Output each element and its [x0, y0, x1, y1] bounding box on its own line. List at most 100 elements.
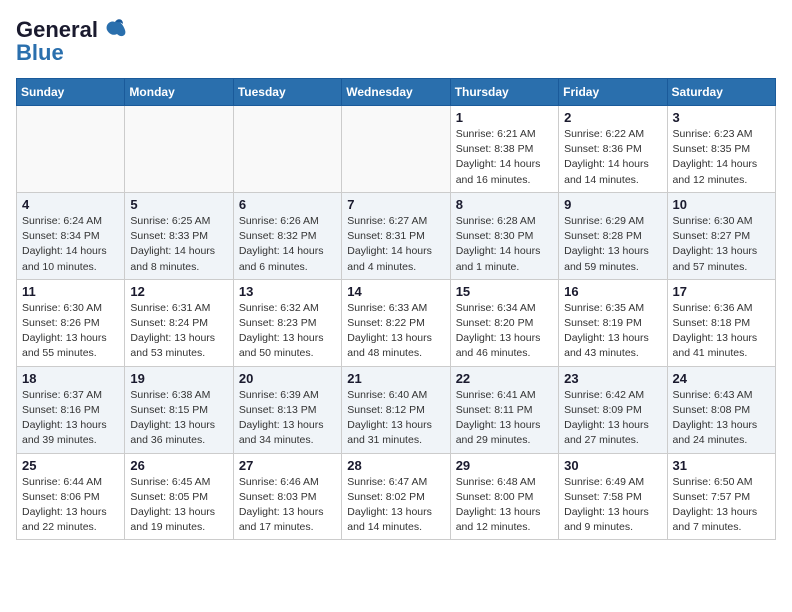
day-number: 11	[22, 284, 119, 299]
calendar-day-cell: 22 Sunrise: 6:41 AMSunset: 8:11 PMDayligh…	[450, 366, 558, 453]
day-info: Sunrise: 6:50 AMSunset: 7:57 PMDaylight:…	[673, 475, 770, 536]
calendar-day-cell: 9 Sunrise: 6:29 AMSunset: 8:28 PMDaylight…	[559, 192, 667, 279]
day-info: Sunrise: 6:22 AMSunset: 8:36 PMDaylight:…	[564, 127, 661, 188]
day-number: 14	[347, 284, 444, 299]
calendar-week-row: 4 Sunrise: 6:24 AMSunset: 8:34 PMDaylight…	[17, 192, 776, 279]
day-info: Sunrise: 6:30 AMSunset: 8:26 PMDaylight:…	[22, 301, 119, 362]
day-info: Sunrise: 6:40 AMSunset: 8:12 PMDaylight:…	[347, 388, 444, 449]
calendar-empty-cell	[233, 106, 341, 193]
day-info: Sunrise: 6:27 AMSunset: 8:31 PMDaylight:…	[347, 214, 444, 275]
day-number: 8	[456, 197, 553, 212]
day-number: 25	[22, 458, 119, 473]
day-number: 6	[239, 197, 336, 212]
calendar-empty-cell	[17, 106, 125, 193]
day-info: Sunrise: 6:25 AMSunset: 8:33 PMDaylight:…	[130, 214, 227, 275]
calendar-day-cell: 1Sunrise: 6:21 AMSunset: 8:38 PMDaylight…	[450, 106, 558, 193]
calendar-day-cell: 23 Sunrise: 6:42 AMSunset: 8:09 PMDayligh…	[559, 366, 667, 453]
calendar-day-cell: 8Sunrise: 6:28 AMSunset: 8:30 PMDaylight…	[450, 192, 558, 279]
day-number: 2	[564, 110, 661, 125]
day-number: 17	[673, 284, 770, 299]
calendar-week-row: 18Sunrise: 6:37 AMSunset: 8:16 PMDayligh…	[17, 366, 776, 453]
day-number: 22	[456, 371, 553, 386]
weekday-header-sunday: Sunday	[17, 79, 125, 106]
day-number: 26	[130, 458, 227, 473]
calendar-day-cell: 15Sunrise: 6:34 AMSunset: 8:20 PMDayligh…	[450, 279, 558, 366]
day-number: 4	[22, 197, 119, 212]
calendar-week-row: 11 Sunrise: 6:30 AMSunset: 8:26 PMDayligh…	[17, 279, 776, 366]
day-info: Sunrise: 6:45 AMSunset: 8:05 PMDaylight:…	[130, 475, 227, 536]
day-info: Sunrise: 6:38 AMSunset: 8:15 PMDaylight:…	[130, 388, 227, 449]
day-info: Sunrise: 6:24 AMSunset: 8:34 PMDaylight:…	[22, 214, 119, 275]
calendar-day-cell: 6 Sunrise: 6:26 AMSunset: 8:32 PMDaylight…	[233, 192, 341, 279]
calendar-day-cell: 25 Sunrise: 6:44 AMSunset: 8:06 PMDayligh…	[17, 453, 125, 540]
weekday-header-friday: Friday	[559, 79, 667, 106]
day-number: 7	[347, 197, 444, 212]
logo: General Blue	[16, 16, 129, 66]
calendar-empty-cell	[125, 106, 233, 193]
day-info: Sunrise: 6:43 AMSunset: 8:08 PMDaylight:…	[673, 388, 770, 449]
calendar-day-cell: 17 Sunrise: 6:36 AMSunset: 8:18 PMDayligh…	[667, 279, 775, 366]
day-number: 12	[130, 284, 227, 299]
day-info: Sunrise: 6:39 AMSunset: 8:13 PMDaylight:…	[239, 388, 336, 449]
calendar-table: SundayMondayTuesdayWednesdayThursdayFrid…	[16, 78, 776, 540]
day-info: Sunrise: 6:48 AMSunset: 8:00 PMDaylight:…	[456, 475, 553, 536]
calendar-day-cell: 10Sunrise: 6:30 AMSunset: 8:27 PMDayligh…	[667, 192, 775, 279]
day-info: Sunrise: 6:46 AMSunset: 8:03 PMDaylight:…	[239, 475, 336, 536]
day-number: 30	[564, 458, 661, 473]
day-info: Sunrise: 6:29 AMSunset: 8:28 PMDaylight:…	[564, 214, 661, 275]
day-number: 9	[564, 197, 661, 212]
logo-bird-icon	[101, 16, 129, 44]
day-info: Sunrise: 6:36 AMSunset: 8:18 PMDaylight:…	[673, 301, 770, 362]
day-info: Sunrise: 6:41 AMSunset: 8:11 PMDaylight:…	[456, 388, 553, 449]
calendar-day-cell: 18Sunrise: 6:37 AMSunset: 8:16 PMDayligh…	[17, 366, 125, 453]
day-info: Sunrise: 6:33 AMSunset: 8:22 PMDaylight:…	[347, 301, 444, 362]
day-info: Sunrise: 6:35 AMSunset: 8:19 PMDaylight:…	[564, 301, 661, 362]
day-info: Sunrise: 6:37 AMSunset: 8:16 PMDaylight:…	[22, 388, 119, 449]
day-info: Sunrise: 6:42 AMSunset: 8:09 PMDaylight:…	[564, 388, 661, 449]
calendar-empty-cell	[342, 106, 450, 193]
calendar-day-cell: 13Sunrise: 6:32 AMSunset: 8:23 PMDayligh…	[233, 279, 341, 366]
day-number: 23	[564, 371, 661, 386]
day-info: Sunrise: 6:26 AMSunset: 8:32 PMDaylight:…	[239, 214, 336, 275]
calendar-day-cell: 31 Sunrise: 6:50 AMSunset: 7:57 PMDayligh…	[667, 453, 775, 540]
day-number: 20	[239, 371, 336, 386]
calendar-header-row: SundayMondayTuesdayWednesdayThursdayFrid…	[17, 79, 776, 106]
day-number: 5	[130, 197, 227, 212]
page-header: General Blue	[16, 16, 776, 66]
day-info: Sunrise: 6:49 AMSunset: 7:58 PMDaylight:…	[564, 475, 661, 536]
calendar-day-cell: 14 Sunrise: 6:33 AMSunset: 8:22 PMDayligh…	[342, 279, 450, 366]
weekday-header-wednesday: Wednesday	[342, 79, 450, 106]
calendar-day-cell: 24 Sunrise: 6:43 AMSunset: 8:08 PMDayligh…	[667, 366, 775, 453]
day-number: 27	[239, 458, 336, 473]
calendar-day-cell: 21 Sunrise: 6:40 AMSunset: 8:12 PMDayligh…	[342, 366, 450, 453]
calendar-day-cell: 7 Sunrise: 6:27 AMSunset: 8:31 PMDaylight…	[342, 192, 450, 279]
day-info: Sunrise: 6:21 AMSunset: 8:38 PMDaylight:…	[456, 127, 553, 188]
weekday-header-thursday: Thursday	[450, 79, 558, 106]
day-number: 21	[347, 371, 444, 386]
day-number: 13	[239, 284, 336, 299]
day-number: 29	[456, 458, 553, 473]
day-info: Sunrise: 6:47 AMSunset: 8:02 PMDaylight:…	[347, 475, 444, 536]
calendar-day-cell: 11 Sunrise: 6:30 AMSunset: 8:26 PMDayligh…	[17, 279, 125, 366]
calendar-day-cell: 30 Sunrise: 6:49 AMSunset: 7:58 PMDayligh…	[559, 453, 667, 540]
weekday-header-tuesday: Tuesday	[233, 79, 341, 106]
calendar-day-cell: 2 Sunrise: 6:22 AMSunset: 8:36 PMDaylight…	[559, 106, 667, 193]
day-number: 19	[130, 371, 227, 386]
day-number: 15	[456, 284, 553, 299]
day-number: 31	[673, 458, 770, 473]
calendar-day-cell: 16 Sunrise: 6:35 AMSunset: 8:19 PMDayligh…	[559, 279, 667, 366]
calendar-day-cell: 20 Sunrise: 6:39 AMSunset: 8:13 PMDayligh…	[233, 366, 341, 453]
day-number: 24	[673, 371, 770, 386]
calendar-day-cell: 5 Sunrise: 6:25 AMSunset: 8:33 PMDaylight…	[125, 192, 233, 279]
calendar-day-cell: 29 Sunrise: 6:48 AMSunset: 8:00 PMDayligh…	[450, 453, 558, 540]
day-info: Sunrise: 6:30 AMSunset: 8:27 PMDaylight:…	[673, 214, 770, 275]
calendar-day-cell: 4 Sunrise: 6:24 AMSunset: 8:34 PMDaylight…	[17, 192, 125, 279]
day-info: Sunrise: 6:31 AMSunset: 8:24 PMDaylight:…	[130, 301, 227, 362]
weekday-header-saturday: Saturday	[667, 79, 775, 106]
calendar-day-cell: 26 Sunrise: 6:45 AMSunset: 8:05 PMDayligh…	[125, 453, 233, 540]
day-number: 16	[564, 284, 661, 299]
calendar-day-cell: 12 Sunrise: 6:31 AMSunset: 8:24 PMDayligh…	[125, 279, 233, 366]
day-info: Sunrise: 6:44 AMSunset: 8:06 PMDaylight:…	[22, 475, 119, 536]
day-info: Sunrise: 6:23 AMSunset: 8:35 PMDaylight:…	[673, 127, 770, 188]
calendar-day-cell: 28Sunrise: 6:47 AMSunset: 8:02 PMDayligh…	[342, 453, 450, 540]
